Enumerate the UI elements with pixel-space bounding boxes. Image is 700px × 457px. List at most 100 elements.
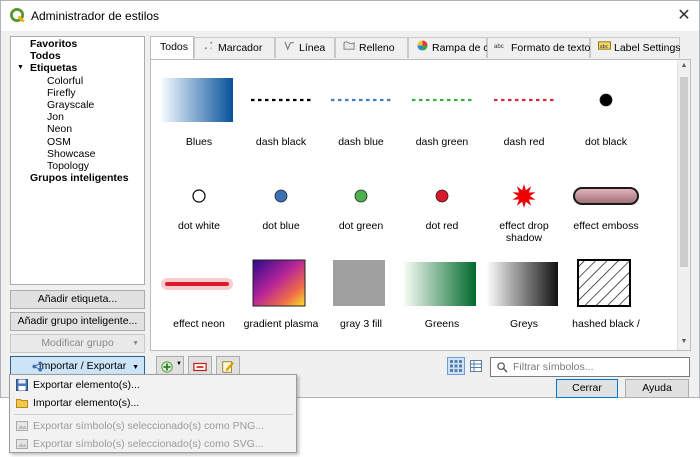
- tab-label-settings[interactable]: abc Label Settings: [590, 37, 681, 58]
- help-label: Ayuda: [642, 382, 672, 394]
- folder-icon: [16, 397, 28, 409]
- tab-text-format[interactable]: abc Formato de texto: [487, 37, 590, 58]
- svg-text:abc: abc: [599, 44, 608, 50]
- symbol-list: ▲ ▼ Blues dash black dash blue dash green da…: [150, 59, 691, 351]
- symbol-item[interactable]: dash black: [239, 74, 323, 160]
- tree-item[interactable]: Grupos inteligentes: [11, 172, 144, 184]
- scroll-up-icon[interactable]: ▲: [680, 62, 688, 69]
- symbol-item[interactable]: dot green: [319, 170, 403, 256]
- window-title: Administrador de estilos: [31, 9, 160, 23]
- svg-text:abc: abc: [494, 43, 504, 50]
- symbol-item[interactable]: gradient plasma: [239, 258, 323, 344]
- tree-item-label: Neon: [47, 123, 73, 136]
- symbol-label: dot black: [584, 136, 628, 148]
- fill-icon: [342, 38, 356, 58]
- scrollbar-thumb[interactable]: [680, 77, 688, 267]
- tab-label: Línea: [299, 42, 326, 54]
- filter-placeholder: Filtrar símbolos...: [513, 361, 594, 373]
- list-view-button[interactable]: [467, 357, 485, 375]
- symbol-label: effect drop shadow: [499, 220, 549, 244]
- add-smart-group-button[interactable]: Añadir grupo inteligente...: [10, 312, 145, 331]
- menu-item-save[interactable]: Exportar elemento(s)...: [11, 376, 296, 395]
- symbol-item[interactable]: effect emboss: [564, 170, 648, 256]
- symbol-item[interactable]: hashed black /: [564, 258, 648, 344]
- symbol-label: dot white: [177, 220, 221, 232]
- menu-item-export-svg[interactable]: Exportar símbolo(s) seleccionado(s) como…: [11, 435, 296, 454]
- tab-fill[interactable]: Relleno: [335, 37, 408, 58]
- symbol-label: dot blue: [262, 220, 300, 232]
- symbol-preview-box: [157, 258, 241, 317]
- tree-item-label: OSM: [47, 135, 71, 148]
- import-export-label: Importar / Exportar: [38, 360, 127, 372]
- tree-item[interactable]: Topology: [11, 160, 144, 172]
- symbol-item[interactable]: effect drop shadow: [482, 170, 566, 256]
- symbol-label: dash red: [503, 136, 545, 148]
- symbol-item[interactable]: gray 3 fill: [319, 258, 403, 344]
- filter-symbols-input[interactable]: Filtrar símbolos...: [490, 357, 690, 377]
- symbol-item[interactable]: dash red: [482, 74, 566, 160]
- tab-color-ramp[interactable]: Rampa de color: [408, 37, 506, 58]
- remove-symbol-icon: [193, 362, 207, 372]
- share-icon: [32, 361, 43, 372]
- symbol-preview: [404, 262, 476, 306]
- tree-item-label: Grayscale: [47, 98, 95, 111]
- symbol-item[interactable]: effect neon: [157, 258, 241, 344]
- menu-item-folder[interactable]: Importar elemento(s)...: [11, 394, 296, 413]
- label-settings-icon: abc: [597, 38, 611, 58]
- symbol-item[interactable]: Greens: [400, 258, 484, 344]
- tab-marker[interactable]: Marcador: [194, 37, 275, 58]
- tree-item[interactable]: OSM: [11, 136, 144, 148]
- symbol-preview-box: [239, 258, 323, 317]
- tree-item[interactable]: Colorful: [11, 75, 144, 87]
- tree-item[interactable]: Favoritos: [11, 38, 144, 50]
- symbol-item[interactable]: dot white: [157, 170, 241, 256]
- style-manager-window: Administrador de estilos ✕ Favoritos Todo…: [0, 0, 700, 398]
- tab-all[interactable]: Todos: [150, 36, 194, 59]
- tree-item[interactable]: Firefly: [11, 87, 144, 99]
- title-bar: Administrador de estilos ✕: [1, 1, 699, 31]
- import-export-menu: Exportar elemento(s)... Importar elemento…: [9, 374, 297, 453]
- icon-view-button[interactable]: [447, 357, 465, 375]
- menu-separator: [14, 414, 294, 415]
- symbol-label: effect emboss: [573, 220, 639, 232]
- symbol-item[interactable]: Blues: [157, 74, 241, 160]
- symbol-item[interactable]: dot black: [564, 74, 648, 160]
- tree-item[interactable]: Neon: [11, 123, 144, 135]
- symbol-preview: [494, 98, 554, 102]
- tree-item[interactable]: Showcase: [11, 148, 144, 160]
- add-symbol-icon: [161, 361, 173, 373]
- symbol-label: Blues: [185, 136, 213, 148]
- symbol-item[interactable]: dot red: [400, 170, 484, 256]
- symbol-preview: [512, 184, 536, 208]
- vertical-scrollbar[interactable]: ▲ ▼: [677, 60, 690, 350]
- menu-item-export-png[interactable]: Exportar símbolo(s) seleccionado(s) como…: [11, 417, 296, 436]
- tree-item[interactable]: Grayscale: [11, 99, 144, 111]
- symbol-item[interactable]: Greys: [482, 258, 566, 344]
- expand-arrow-icon[interactable]: ▼: [17, 62, 24, 74]
- symbol-label: gradient plasma: [243, 318, 319, 330]
- symbol-preview-box: [157, 74, 241, 133]
- help-button[interactable]: Ayuda: [625, 379, 689, 398]
- symbol-item[interactable]: dot blue: [239, 170, 323, 256]
- symbol-label: dash green: [415, 136, 469, 148]
- symbol-preview: [161, 78, 233, 122]
- tree-item[interactable]: Todos: [11, 50, 144, 62]
- tree-item-label: Jon: [47, 111, 64, 124]
- add-tag-button[interactable]: Añadir etiqueta...: [10, 290, 145, 309]
- tree-item-label: Grupos inteligentes: [30, 172, 129, 185]
- symbol-preview: [573, 187, 639, 205]
- symbol-label: Greys: [509, 318, 538, 330]
- tree-item[interactable]: Jon: [11, 111, 144, 123]
- scroll-down-icon[interactable]: ▼: [680, 338, 688, 345]
- modify-group-button[interactable]: Modificar grupo ▼: [10, 334, 145, 353]
- symbol-item[interactable]: dash green: [400, 74, 484, 160]
- close-window-icon[interactable]: ✕: [673, 5, 695, 27]
- symbol-preview-box: [400, 258, 484, 317]
- qgis-logo-icon: [10, 8, 25, 23]
- tab-line[interactable]: Línea: [275, 37, 335, 58]
- menu-item-label: Exportar símbolo(s) seleccionado(s) como…: [33, 420, 265, 432]
- close-button[interactable]: Cerrar: [556, 379, 618, 398]
- tree-item[interactable]: ▼ Etiquetas: [11, 62, 144, 74]
- symbol-item[interactable]: dash blue: [319, 74, 403, 160]
- search-icon: [497, 362, 508, 373]
